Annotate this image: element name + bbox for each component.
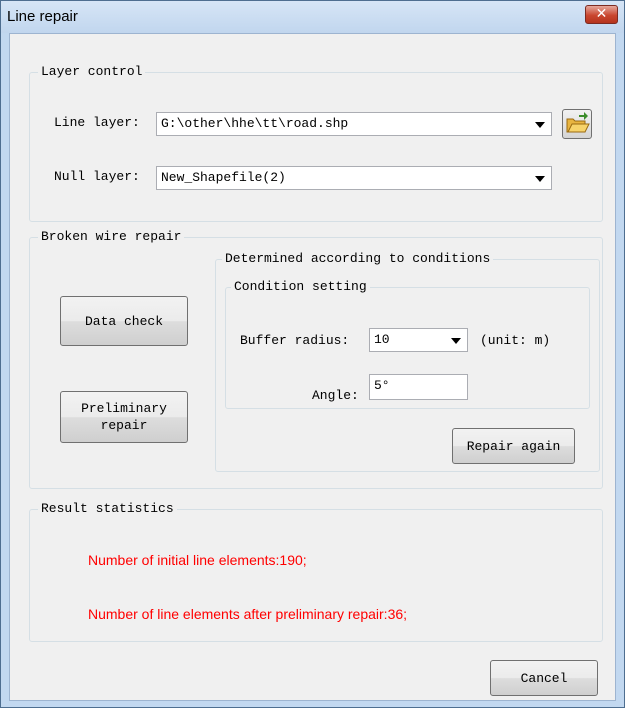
initial-line-count-text: Number of initial line elements:190;	[88, 552, 307, 568]
condition-setting-legend: Condition setting	[231, 279, 370, 294]
data-check-button[interactable]: Data check	[60, 296, 188, 346]
dialog-window: Line repair ✕ Layer control Line layer: …	[0, 0, 625, 708]
unit-label: (unit: m)	[480, 333, 551, 348]
title-bar[interactable]: Line repair ✕	[1, 1, 624, 33]
chevron-down-icon	[451, 338, 461, 344]
angle-input[interactable]: 5°	[369, 374, 468, 400]
close-icon: ✕	[595, 6, 608, 22]
close-button[interactable]: ✕	[585, 5, 618, 24]
null-layer-label: Null layer:	[54, 169, 140, 184]
buffer-radius-label: Buffer radius:	[240, 333, 350, 348]
buffer-radius-value: 10	[374, 332, 390, 347]
null-layer-value: New_Shapefile(2)	[161, 170, 286, 185]
preliminary-repair-button[interactable]: Preliminary repair	[60, 391, 188, 443]
dialog-body: Layer control Line layer: G:\other\hhe\t…	[9, 33, 616, 701]
layer-control-legend: Layer control	[38, 64, 146, 79]
layer-control-group: Layer control Line layer: G:\other\hhe\t…	[29, 64, 603, 222]
result-statistics-group: Result statistics Number of initial line…	[29, 501, 603, 642]
cancel-button[interactable]: Cancel	[490, 660, 598, 696]
line-layer-value: G:\other\hhe\tt\road.shp	[161, 116, 349, 131]
chevron-down-icon	[535, 122, 545, 128]
chevron-down-icon	[535, 176, 545, 182]
angle-label: Angle:	[312, 388, 359, 403]
condition-setting-group: Condition setting Buffer radius: 10 (uni…	[225, 279, 590, 409]
line-layer-label: Line layer:	[54, 115, 140, 130]
open-folder-icon	[566, 112, 590, 133]
broken-wire-repair-group: Broken wire repair Data check Preliminar…	[29, 229, 603, 489]
angle-value: 5°	[374, 378, 390, 393]
line-layer-select[interactable]: G:\other\hhe\tt\road.shp	[156, 112, 552, 136]
repair-again-button[interactable]: Repair again	[452, 428, 575, 464]
null-layer-select[interactable]: New_Shapefile(2)	[156, 166, 552, 190]
after-repair-count-text: Number of line elements after preliminar…	[88, 606, 408, 622]
conditions-legend: Determined according to conditions	[222, 251, 494, 266]
window-title: Line repair	[7, 8, 78, 25]
browse-button[interactable]	[562, 109, 592, 139]
conditions-group: Determined according to conditions Condi…	[215, 251, 600, 472]
buffer-radius-select[interactable]: 10	[369, 328, 468, 352]
result-statistics-legend: Result statistics	[38, 501, 177, 516]
broken-wire-repair-legend: Broken wire repair	[38, 229, 185, 244]
